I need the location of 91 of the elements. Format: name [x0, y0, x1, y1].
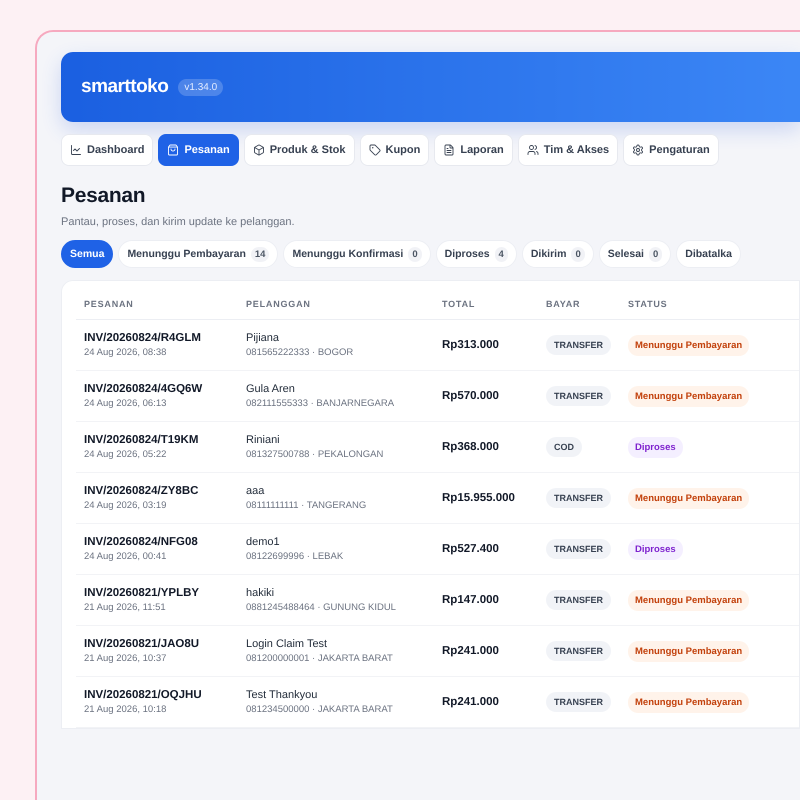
- invoice-number: INV/20260824/ZY8BC: [84, 485, 200, 497]
- payment-badge: COD: [546, 437, 582, 457]
- page-title: Pesanan: [61, 184, 146, 208]
- payment-badge: TRANSFER: [546, 488, 611, 508]
- payment-badge: TRANSFER: [546, 590, 611, 610]
- status-badge: Menunggu Pembayaran: [628, 386, 750, 406]
- document-icon: [443, 144, 456, 156]
- payment-badge: TRANSFER: [546, 539, 611, 559]
- filter-chip[interactable]: Dibatalka: [676, 240, 741, 268]
- filter-chip[interactable]: Semua: [61, 240, 114, 268]
- status-badge: Diproses: [628, 436, 683, 458]
- filter-chip[interactable]: Selesai 0: [598, 240, 672, 268]
- filter-count: 14: [250, 246, 270, 262]
- customer-name: Riniani: [246, 434, 281, 446]
- column-header: BAYAR: [538, 291, 620, 320]
- customer-name: aaa: [246, 485, 266, 497]
- order-date: 21 Aug 2026, 10:18: [84, 704, 168, 715]
- users-icon: [526, 144, 539, 156]
- customer-contact: 08122699996 · LEBAK: [246, 551, 344, 562]
- customer-contact: 081234500000 · JAKARTA BARAT: [246, 704, 394, 715]
- nav-tab[interactable]: Pengaturan: [623, 134, 719, 166]
- shopping-bag-icon: [167, 144, 180, 156]
- customer-name: hakiki: [246, 587, 276, 599]
- invoice-number: INV/20260824/T19KM: [84, 434, 200, 446]
- customer-name: Login Claim Test: [246, 638, 328, 650]
- customer-contact: 082111555333 · BANJARNEGARA: [246, 398, 396, 409]
- order-date: 24 Aug 2026, 06:13: [84, 398, 168, 409]
- nav-tab[interactable]: Tim & Akses: [518, 134, 618, 166]
- payment-badge: TRANSFER: [546, 692, 611, 712]
- order-total: Rp147.000: [442, 594, 500, 606]
- nav-tab[interactable]: Produk & Stok: [244, 134, 355, 166]
- order-date: 24 Aug 2026, 08:38: [84, 347, 168, 358]
- line-chart-icon: [70, 144, 82, 156]
- order-total: Rp313.000: [442, 339, 500, 351]
- order-total: Rp527.400: [442, 543, 500, 555]
- filter-count: 0: [648, 246, 662, 262]
- order-total: Rp241.000: [442, 696, 500, 708]
- payment-badge: TRANSFER: [546, 335, 611, 355]
- nav-tab[interactable]: Kupon: [360, 134, 430, 166]
- customer-contact: 081565222333 · BOGOR: [246, 347, 354, 358]
- customer-name: Pijiana: [246, 332, 280, 344]
- filter-count: 0: [571, 246, 585, 262]
- version-badge: v1.34.0: [178, 78, 224, 96]
- status-badge: Menunggu Pembayaran: [628, 334, 750, 356]
- customer-contact: 081327500788 · PEKALONGAN: [246, 449, 384, 460]
- customer-contact: 081200000001 · JAKARTA BARAT: [246, 653, 394, 664]
- page-subtitle: Pantau, proses, dan kirim update ke pelanggan.: [61, 216, 296, 228]
- payment-badge: TRANSFER: [546, 386, 611, 406]
- filter-chip[interactable]: Diproses 4: [436, 240, 517, 268]
- order-date: 21 Aug 2026, 10:37: [84, 653, 168, 664]
- filter-chip[interactable]: Menunggu Pembayaran 14: [118, 240, 278, 268]
- nav-tab[interactable]: Pesanan: [158, 134, 239, 166]
- customer-name: demo1: [246, 536, 281, 548]
- filter-count: 0: [408, 246, 422, 262]
- invoice-number: INV/20260821/YPLBY: [84, 587, 200, 599]
- order-total: Rp15.955.000: [442, 492, 516, 504]
- invoice-number: INV/20260821/JAO8U: [84, 638, 200, 650]
- nav-tab[interactable]: Dashboard: [61, 134, 154, 166]
- filter-chip[interactable]: Dikirim 0: [522, 240, 594, 268]
- order-total: Rp241.000: [442, 645, 500, 657]
- column-header: PELANGGAN: [238, 291, 434, 320]
- tag-icon: [368, 144, 381, 156]
- customer-name: Test Thankyou: [246, 689, 318, 701]
- status-badge: Diproses: [628, 538, 683, 560]
- status-badge: Menunggu Pembayaran: [628, 488, 750, 508]
- logo: smarttoko: [81, 76, 168, 98]
- settings-icon: [632, 144, 644, 156]
- filter-count: 4: [494, 246, 508, 262]
- column-header: PESANAN: [76, 291, 238, 320]
- invoice-number: INV/20260821/OQJHU: [84, 689, 203, 701]
- customer-contact: 08111111111 · TANGERANG: [246, 500, 368, 511]
- order-date: 24 Aug 2026, 00:41: [84, 551, 168, 562]
- column-header: TOTAL: [434, 291, 538, 320]
- order-date: 24 Aug 2026, 05:22: [84, 449, 168, 460]
- order-date: 21 Aug 2026, 11:51: [84, 602, 167, 613]
- invoice-number: INV/20260824/4GQ6W: [84, 383, 204, 395]
- customer-name: Gula Aren: [246, 383, 296, 395]
- invoice-number: INV/20260824/R4GLM: [84, 332, 202, 344]
- customer-contact: 0881245488464 · GUNUNG KIDUL: [246, 602, 397, 613]
- order-date: 24 Aug 2026, 03:19: [84, 500, 168, 511]
- status-badge: Menunggu Pembayaran: [628, 640, 750, 662]
- filter-chip[interactable]: Menunggu Konfirmasi 0: [283, 240, 431, 268]
- column-header: STATUS: [620, 291, 799, 320]
- invoice-number: INV/20260824/NFG08: [84, 536, 199, 548]
- order-total: Rp368.000: [442, 441, 500, 453]
- nav-tab[interactable]: Laporan: [434, 134, 513, 166]
- box-icon: [252, 144, 265, 156]
- payment-badge: TRANSFER: [546, 641, 611, 661]
- status-badge: Menunggu Pembayaran: [628, 692, 750, 712]
- status-badge: Menunggu Pembayaran: [628, 590, 750, 610]
- order-total: Rp570.000: [442, 390, 500, 402]
